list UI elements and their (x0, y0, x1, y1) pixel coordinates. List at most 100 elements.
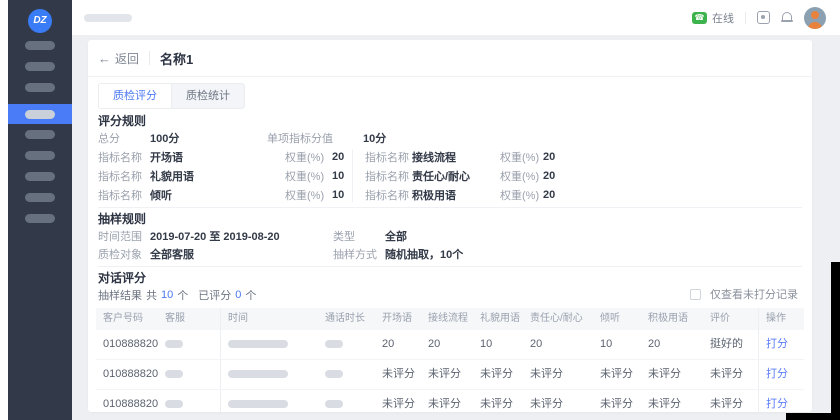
metric-cell: 未评分 (473, 360, 523, 389)
table-row: 01088882002未评分未评分未评分未评分未评分未评分未评分打分 (96, 360, 804, 390)
checkbox-icon[interactable] (690, 289, 701, 300)
weight-label: 权重(%) (285, 168, 332, 184)
agent-cell (158, 330, 220, 359)
weight-label: 权重(%) (285, 149, 332, 165)
indicator-row: 指标名称倾听权重(%)10 (98, 185, 352, 204)
sidebar-item-placeholder (25, 83, 55, 92)
section-divider (98, 266, 802, 267)
sampling-label: 质检对象 (98, 246, 150, 262)
tab-质检评分[interactable]: 质检评分 (99, 84, 172, 108)
status-label: 在线 (712, 10, 734, 26)
indicator-row: 指标名称礼貌用语权重(%)10 (98, 166, 352, 185)
breadcrumb-placeholder (84, 14, 132, 22)
quality-check-card: ← 返回 名称1 质检评分质检统计 评分规则 总分 100分 单项指标分值 10… (88, 40, 812, 412)
redacted-duration-pill (325, 340, 343, 348)
sidebar-item[interactable] (25, 41, 55, 50)
column-header: 时间 (220, 308, 318, 330)
sidebar-item[interactable] (25, 151, 55, 160)
column-header: 积极用语 (641, 308, 703, 330)
time-cell (220, 330, 318, 359)
indicator-grid: 指标名称开场语权重(%)20指标名称礼貌用语权重(%)10指标名称倾听权重(%)… (88, 147, 812, 204)
sampling-rows: 时间范围2019-07-20 至 2019-08-20类型全部质检对象全部客服抽… (88, 227, 812, 263)
sampling-label: 类型 (333, 228, 385, 244)
score-action-link[interactable]: 打分 (766, 338, 788, 350)
metric-cell: 未评分 (421, 390, 473, 412)
column-header: 倾听 (593, 308, 641, 330)
column-header: 接线流程 (421, 308, 473, 330)
metric-cell: 未评分 (641, 360, 703, 389)
sidebar-item[interactable] (8, 104, 72, 124)
page-background: ← 返回 名称1 质检评分质检统计 评分规则 总分 100分 单项指标分值 10… (72, 36, 840, 420)
sampling-row: 质检对象全部客服抽样方式随机抽取，10个 (88, 245, 812, 263)
sidebar-item[interactable] (25, 62, 55, 71)
weight-value: 20 (543, 189, 555, 201)
time-cell (220, 390, 318, 412)
single-score-label: 单项指标分值 (267, 130, 363, 146)
notification-bell-icon[interactable] (781, 11, 793, 24)
column-header: 礼貌用语 (473, 308, 523, 330)
indicator-name-label: 指标名称 (98, 149, 150, 165)
summary-scored-prefix: 已评分 (198, 287, 231, 303)
metric-cell: 未评分 (593, 390, 641, 412)
summary-total-suffix: 个 (177, 287, 188, 303)
metric-cell: 20 (421, 330, 473, 359)
sidebar-item[interactable] (25, 193, 55, 202)
column-header: 操作 (758, 308, 804, 330)
sampling-value: 全部 (385, 228, 407, 244)
sidebar-item[interactable] (25, 214, 55, 223)
section-divider (98, 207, 802, 208)
summary-prefix: 抽样结果 (98, 287, 142, 303)
score-action-link[interactable]: 打分 (766, 368, 788, 380)
workbench-icon[interactable] (757, 11, 770, 24)
sidebar-item-placeholder (25, 41, 55, 50)
sidebar-item-placeholder (25, 62, 55, 71)
sidebar-item-placeholder (25, 151, 55, 160)
total-score-label: 总分 (98, 130, 150, 146)
redacted-agent-pill (165, 400, 183, 408)
agent-cell (158, 390, 220, 412)
redacted-time-pill (228, 400, 288, 408)
indicator-name: 接线流程 (412, 149, 500, 165)
column-header: 通话时长 (318, 308, 375, 330)
sidebar-item-placeholder (25, 193, 55, 202)
weight-label: 权重(%) (500, 168, 543, 184)
action-cell: 打分 (758, 360, 804, 389)
sidebar-item[interactable] (25, 172, 55, 181)
table-header-row: 客户号码客服时间通话时长开场语接线流程礼貌用语责任心/耐心倾听积极用语评价操作 (96, 308, 804, 330)
tab-group: 质检评分质检统计 (98, 83, 245, 109)
filter-label: 仅查看未打分记录 (710, 286, 798, 302)
weight-value: 10 (332, 170, 344, 182)
topbar-actions: ☎ 在线 (692, 7, 826, 29)
comment-cell: 未评分 (703, 390, 758, 412)
sidebar-item-placeholder (25, 172, 55, 181)
indicator-row: 指标名称接线流程权重(%)20 (365, 147, 802, 166)
online-status-toggle[interactable]: ☎ 在线 (692, 10, 734, 26)
duration-cell (318, 330, 375, 359)
sidebar-item-placeholder (25, 214, 55, 223)
app-logo[interactable]: DZ (28, 9, 52, 33)
score-action-link[interactable]: 打分 (766, 398, 788, 410)
sampling-value: 全部客服 (150, 246, 333, 262)
metric-cell: 20 (375, 330, 421, 359)
sidebar-item[interactable] (25, 130, 55, 139)
filter-unscored-toggle[interactable]: 仅查看未打分记录 (690, 286, 802, 302)
topbar-divider (745, 12, 746, 24)
header-divider (149, 51, 150, 65)
sidebar-item[interactable] (25, 83, 55, 92)
metric-cell: 未评分 (593, 360, 641, 389)
topbar: ☎ 在线 (72, 0, 840, 36)
weight-label: 权重(%) (500, 187, 543, 203)
customer-number: 01088882003 (96, 390, 158, 412)
user-avatar[interactable] (804, 7, 826, 29)
metric-cell: 10 (593, 330, 641, 359)
indicator-name-label: 指标名称 (365, 187, 412, 203)
table-row: 01088882001202010201020挺好的打分 (96, 330, 804, 360)
app-window: DZ ☎ 在线 ← 返回 名称1 质检评分质检统计 (0, 0, 840, 420)
weight-label: 权重(%) (500, 149, 543, 165)
indicator-name: 礼貌用语 (150, 168, 285, 184)
metric-cell: 未评分 (641, 390, 703, 412)
redacted-duration-pill (325, 370, 343, 378)
back-link[interactable]: ← 返回 (98, 50, 139, 67)
metric-cell: 未评分 (473, 390, 523, 412)
tab-质检统计[interactable]: 质检统计 (172, 84, 244, 108)
